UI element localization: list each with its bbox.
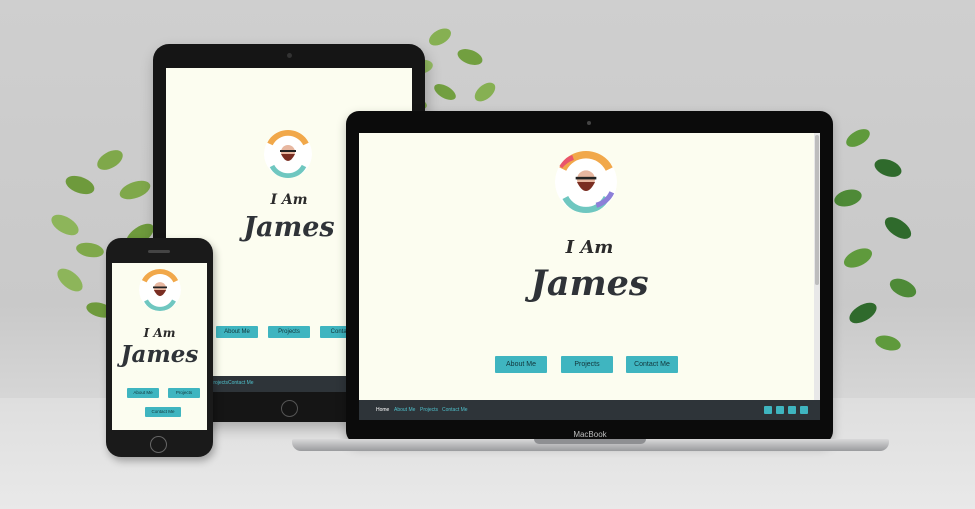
contact-button[interactable]: Contact Me: [145, 407, 181, 417]
github-icon[interactable]: [764, 406, 772, 414]
avatar: [264, 130, 312, 178]
projects-button[interactable]: Projects: [268, 326, 310, 338]
phone-device: I Am James About Me Projects Contact Me: [106, 238, 213, 457]
tablet-camera: [287, 53, 292, 58]
hero-name: James: [530, 263, 649, 304]
twitter-icon[interactable]: [788, 406, 796, 414]
about-button[interactable]: About Me: [216, 326, 258, 338]
laptop-camera: [587, 121, 591, 125]
laptop-screen: I Am James About Me Projects Contact Me …: [359, 133, 820, 420]
instagram-icon[interactable]: [800, 406, 808, 414]
about-button[interactable]: About Me: [495, 356, 547, 373]
laptop-notch: [534, 439, 646, 444]
footer-link-about[interactable]: About Me: [394, 407, 415, 413]
facebook-icon[interactable]: [776, 406, 784, 414]
projects-button[interactable]: Projects: [168, 388, 200, 398]
projects-button[interactable]: Projects: [561, 356, 613, 373]
phone-screen: I Am James About Me Projects Contact Me: [112, 263, 207, 430]
greeting: I Am: [565, 237, 614, 258]
hero-name: James: [120, 341, 199, 368]
footer-link-contact[interactable]: Contact Me: [228, 380, 254, 386]
footer: Home About Me Projects Contact Me: [359, 400, 820, 420]
laptop-device: I Am James About Me Projects Contact Me …: [346, 111, 833, 444]
footer-link-projects[interactable]: Projects: [420, 407, 438, 413]
plant-right: [834, 129, 917, 351]
about-button[interactable]: About Me: [127, 388, 159, 398]
greeting: I Am: [143, 326, 176, 340]
phone-speaker: [148, 250, 170, 253]
avatar: [555, 151, 617, 213]
tablet-home-button: [281, 400, 298, 417]
contact-button[interactable]: Contact Me: [626, 356, 678, 373]
avatar: [139, 269, 181, 311]
phone-home-button: [150, 436, 167, 453]
laptop-brand: MacBook: [573, 430, 607, 439]
footer-link-home[interactable]: Home: [376, 407, 389, 413]
footer-link-contact[interactable]: Contact Me: [442, 407, 468, 413]
